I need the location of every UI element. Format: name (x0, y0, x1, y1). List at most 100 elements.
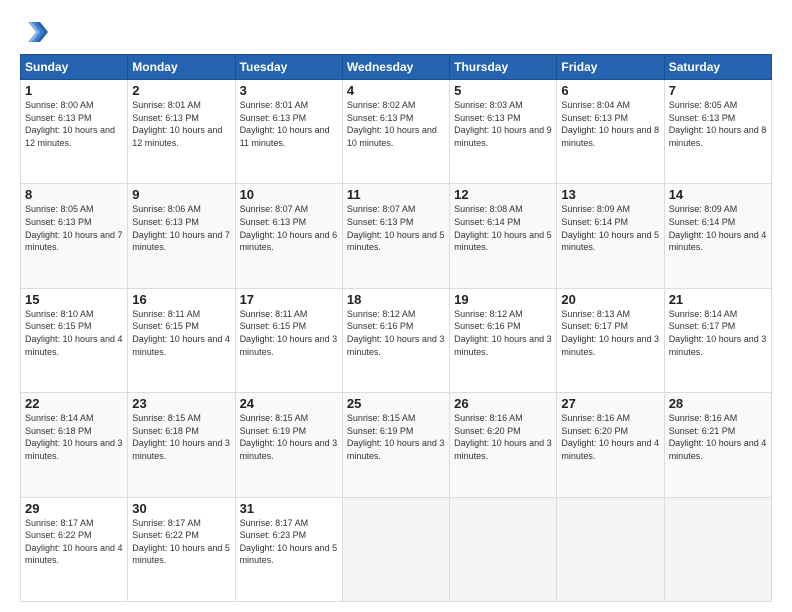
day-number: 28 (669, 396, 767, 411)
day-number: 9 (132, 187, 230, 202)
day-info: Sunrise: 8:17 AMSunset: 6:22 PMDaylight:… (25, 517, 123, 567)
day-info: Sunrise: 8:02 AMSunset: 6:13 PMDaylight:… (347, 99, 445, 149)
day-info: Sunrise: 8:12 AMSunset: 6:16 PMDaylight:… (347, 308, 445, 358)
day-cell-15: 15Sunrise: 8:10 AMSunset: 6:15 PMDayligh… (21, 288, 128, 392)
day-number: 8 (25, 187, 123, 202)
day-cell-26: 26Sunrise: 8:16 AMSunset: 6:20 PMDayligh… (450, 393, 557, 497)
day-info: Sunrise: 8:06 AMSunset: 6:13 PMDaylight:… (132, 203, 230, 253)
day-cell-18: 18Sunrise: 8:12 AMSunset: 6:16 PMDayligh… (342, 288, 449, 392)
day-info: Sunrise: 8:07 AMSunset: 6:13 PMDaylight:… (240, 203, 338, 253)
day-info: Sunrise: 8:16 AMSunset: 6:21 PMDaylight:… (669, 412, 767, 462)
day-info: Sunrise: 8:00 AMSunset: 6:13 PMDaylight:… (25, 99, 123, 149)
day-cell-2: 2Sunrise: 8:01 AMSunset: 6:13 PMDaylight… (128, 80, 235, 184)
day-number: 26 (454, 396, 552, 411)
day-cell-14: 14Sunrise: 8:09 AMSunset: 6:14 PMDayligh… (664, 184, 771, 288)
day-cell-21: 21Sunrise: 8:14 AMSunset: 6:17 PMDayligh… (664, 288, 771, 392)
day-number: 19 (454, 292, 552, 307)
day-number: 17 (240, 292, 338, 307)
day-number: 22 (25, 396, 123, 411)
col-header-sunday: Sunday (21, 55, 128, 80)
day-cell-6: 6Sunrise: 8:04 AMSunset: 6:13 PMDaylight… (557, 80, 664, 184)
day-info: Sunrise: 8:14 AMSunset: 6:17 PMDaylight:… (669, 308, 767, 358)
logo (20, 18, 50, 46)
day-cell-5: 5Sunrise: 8:03 AMSunset: 6:13 PMDaylight… (450, 80, 557, 184)
day-info: Sunrise: 8:11 AMSunset: 6:15 PMDaylight:… (132, 308, 230, 358)
day-info: Sunrise: 8:17 AMSunset: 6:23 PMDaylight:… (240, 517, 338, 567)
day-number: 13 (561, 187, 659, 202)
day-cell-13: 13Sunrise: 8:09 AMSunset: 6:14 PMDayligh… (557, 184, 664, 288)
day-info: Sunrise: 8:05 AMSunset: 6:13 PMDaylight:… (25, 203, 123, 253)
day-number: 29 (25, 501, 123, 516)
empty-cell (342, 497, 449, 601)
day-cell-27: 27Sunrise: 8:16 AMSunset: 6:20 PMDayligh… (557, 393, 664, 497)
day-cell-29: 29Sunrise: 8:17 AMSunset: 6:22 PMDayligh… (21, 497, 128, 601)
logo-icon (20, 18, 48, 46)
day-info: Sunrise: 8:05 AMSunset: 6:13 PMDaylight:… (669, 99, 767, 149)
day-number: 21 (669, 292, 767, 307)
col-header-wednesday: Wednesday (342, 55, 449, 80)
day-cell-4: 4Sunrise: 8:02 AMSunset: 6:13 PMDaylight… (342, 80, 449, 184)
day-number: 10 (240, 187, 338, 202)
day-info: Sunrise: 8:17 AMSunset: 6:22 PMDaylight:… (132, 517, 230, 567)
day-number: 14 (669, 187, 767, 202)
day-info: Sunrise: 8:14 AMSunset: 6:18 PMDaylight:… (25, 412, 123, 462)
day-info: Sunrise: 8:01 AMSunset: 6:13 PMDaylight:… (132, 99, 230, 149)
day-number: 11 (347, 187, 445, 202)
week-row-3: 15Sunrise: 8:10 AMSunset: 6:15 PMDayligh… (21, 288, 772, 392)
col-header-monday: Monday (128, 55, 235, 80)
day-cell-25: 25Sunrise: 8:15 AMSunset: 6:19 PMDayligh… (342, 393, 449, 497)
day-cell-9: 9Sunrise: 8:06 AMSunset: 6:13 PMDaylight… (128, 184, 235, 288)
page: SundayMondayTuesdayWednesdayThursdayFrid… (0, 0, 792, 612)
day-number: 18 (347, 292, 445, 307)
day-number: 30 (132, 501, 230, 516)
day-number: 31 (240, 501, 338, 516)
day-header-row: SundayMondayTuesdayWednesdayThursdayFrid… (21, 55, 772, 80)
day-number: 12 (454, 187, 552, 202)
header (20, 18, 772, 46)
day-number: 15 (25, 292, 123, 307)
day-number: 27 (561, 396, 659, 411)
day-cell-24: 24Sunrise: 8:15 AMSunset: 6:19 PMDayligh… (235, 393, 342, 497)
day-info: Sunrise: 8:04 AMSunset: 6:13 PMDaylight:… (561, 99, 659, 149)
col-header-thursday: Thursday (450, 55, 557, 80)
day-number: 7 (669, 83, 767, 98)
day-info: Sunrise: 8:03 AMSunset: 6:13 PMDaylight:… (454, 99, 552, 149)
day-cell-22: 22Sunrise: 8:14 AMSunset: 6:18 PMDayligh… (21, 393, 128, 497)
day-number: 20 (561, 292, 659, 307)
col-header-saturday: Saturday (664, 55, 771, 80)
day-cell-19: 19Sunrise: 8:12 AMSunset: 6:16 PMDayligh… (450, 288, 557, 392)
day-info: Sunrise: 8:08 AMSunset: 6:14 PMDaylight:… (454, 203, 552, 253)
day-number: 1 (25, 83, 123, 98)
day-number: 6 (561, 83, 659, 98)
day-info: Sunrise: 8:16 AMSunset: 6:20 PMDaylight:… (454, 412, 552, 462)
day-cell-11: 11Sunrise: 8:07 AMSunset: 6:13 PMDayligh… (342, 184, 449, 288)
day-cell-16: 16Sunrise: 8:11 AMSunset: 6:15 PMDayligh… (128, 288, 235, 392)
day-info: Sunrise: 8:12 AMSunset: 6:16 PMDaylight:… (454, 308, 552, 358)
day-cell-10: 10Sunrise: 8:07 AMSunset: 6:13 PMDayligh… (235, 184, 342, 288)
day-info: Sunrise: 8:09 AMSunset: 6:14 PMDaylight:… (669, 203, 767, 253)
week-row-4: 22Sunrise: 8:14 AMSunset: 6:18 PMDayligh… (21, 393, 772, 497)
empty-cell (450, 497, 557, 601)
day-number: 25 (347, 396, 445, 411)
day-cell-30: 30Sunrise: 8:17 AMSunset: 6:22 PMDayligh… (128, 497, 235, 601)
day-cell-12: 12Sunrise: 8:08 AMSunset: 6:14 PMDayligh… (450, 184, 557, 288)
day-number: 16 (132, 292, 230, 307)
day-cell-8: 8Sunrise: 8:05 AMSunset: 6:13 PMDaylight… (21, 184, 128, 288)
day-info: Sunrise: 8:07 AMSunset: 6:13 PMDaylight:… (347, 203, 445, 253)
day-cell-20: 20Sunrise: 8:13 AMSunset: 6:17 PMDayligh… (557, 288, 664, 392)
day-info: Sunrise: 8:13 AMSunset: 6:17 PMDaylight:… (561, 308, 659, 358)
day-info: Sunrise: 8:15 AMSunset: 6:18 PMDaylight:… (132, 412, 230, 462)
week-row-2: 8Sunrise: 8:05 AMSunset: 6:13 PMDaylight… (21, 184, 772, 288)
day-info: Sunrise: 8:11 AMSunset: 6:15 PMDaylight:… (240, 308, 338, 358)
day-number: 24 (240, 396, 338, 411)
day-info: Sunrise: 8:15 AMSunset: 6:19 PMDaylight:… (347, 412, 445, 462)
day-info: Sunrise: 8:09 AMSunset: 6:14 PMDaylight:… (561, 203, 659, 253)
day-number: 4 (347, 83, 445, 98)
empty-cell (664, 497, 771, 601)
day-number: 3 (240, 83, 338, 98)
day-cell-7: 7Sunrise: 8:05 AMSunset: 6:13 PMDaylight… (664, 80, 771, 184)
col-header-tuesday: Tuesday (235, 55, 342, 80)
week-row-5: 29Sunrise: 8:17 AMSunset: 6:22 PMDayligh… (21, 497, 772, 601)
day-info: Sunrise: 8:16 AMSunset: 6:20 PMDaylight:… (561, 412, 659, 462)
day-cell-17: 17Sunrise: 8:11 AMSunset: 6:15 PMDayligh… (235, 288, 342, 392)
